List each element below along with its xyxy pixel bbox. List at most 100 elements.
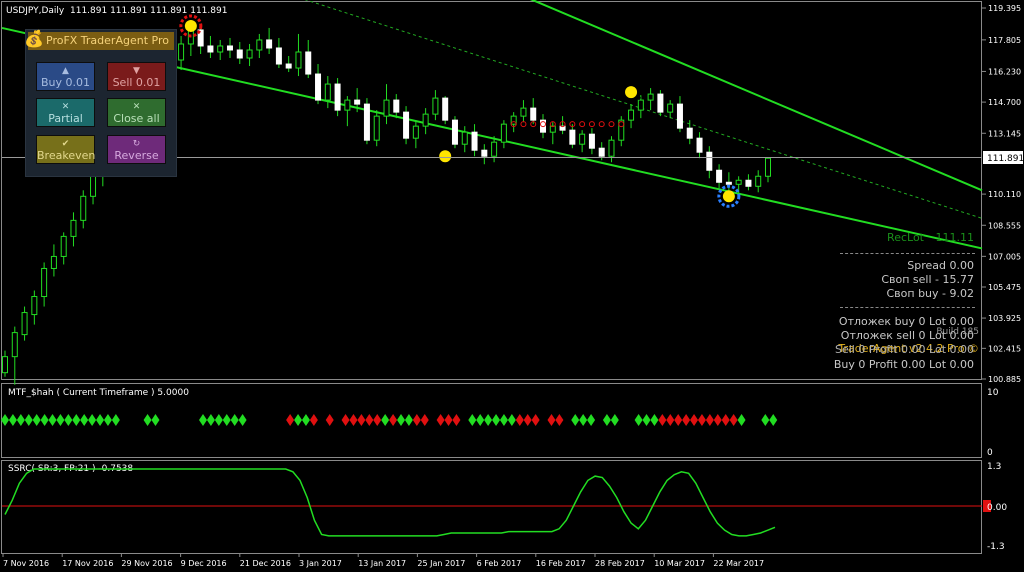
green-diamond	[381, 414, 390, 426]
time-tick-label: 22 Mar 2017	[713, 559, 764, 568]
sell-signal-marker	[625, 86, 638, 99]
candle-bull	[2, 356, 8, 374]
indicator1-scale-bottom: 0	[987, 448, 993, 458]
green-diamond	[294, 414, 303, 426]
green-diamond	[8, 414, 17, 426]
candle-bear	[315, 73, 322, 101]
candle-bear	[725, 181, 732, 185]
candle-bull	[11, 332, 18, 358]
partial-button-label: Partial	[48, 112, 83, 125]
green-diamond	[1, 414, 9, 426]
money-bag-icon: 💰	[24, 29, 44, 48]
green-diamond	[587, 414, 596, 426]
candle-bull	[246, 49, 253, 59]
time-tick-label: 29 Nov 2016	[121, 559, 172, 568]
green-diamond	[737, 414, 746, 426]
candle-bull	[579, 133, 586, 145]
red-diamond	[515, 414, 524, 426]
breakeven-button-label: Breakeven	[37, 149, 96, 162]
candle-bull	[628, 109, 635, 121]
candle-bull	[491, 141, 498, 157]
green-diamond	[499, 414, 508, 426]
candle-bull	[520, 107, 527, 117]
candle-bull	[31, 296, 38, 316]
reverse-button[interactable]: ↻ Reverse	[107, 135, 166, 164]
candle-bull	[373, 115, 380, 141]
red-diamond	[729, 414, 738, 426]
candle-bull	[412, 125, 419, 139]
candle-bear	[236, 49, 243, 59]
red-diamond	[436, 414, 445, 426]
close-all-button-label: Close all	[113, 112, 160, 125]
red-diamond	[705, 414, 714, 426]
candle-bull	[735, 179, 742, 185]
green-diamond	[80, 414, 89, 426]
buy-signal-marker	[439, 150, 452, 163]
panel-title-bar[interactable]: 💰 ProFX TraderAgent Pro	[24, 29, 174, 50]
red-diamond	[531, 414, 540, 426]
breakeven-button[interactable]: ✔ Breakeven	[36, 135, 95, 164]
candle-bear	[403, 111, 410, 139]
reverse-button-label: Reverse	[114, 149, 159, 162]
candle-bull	[50, 255, 57, 269]
green-diamond	[761, 414, 770, 426]
close-all-button[interactable]: ✕ Close all	[107, 98, 166, 127]
green-diamond	[222, 414, 231, 426]
red-diamond	[697, 414, 706, 426]
green-diamond	[96, 414, 105, 426]
indicator1-scale-top: 10	[987, 388, 999, 398]
price-tick-label: 113.145	[988, 129, 1021, 138]
candle-bull	[90, 175, 97, 197]
candle-bear	[334, 83, 341, 111]
time-tick-label: 3 Jan 2017	[299, 559, 342, 568]
candle-bear	[275, 47, 282, 65]
candle-bear	[588, 133, 595, 149]
partial-button[interactable]: ✕ Partial	[36, 98, 95, 127]
price-tick-label: 110.110	[988, 190, 1021, 199]
green-diamond	[602, 414, 611, 426]
candle-bull	[765, 157, 771, 177]
candle-bear	[363, 103, 370, 141]
buy-button[interactable]: ▲ Buy 0.01	[36, 62, 95, 91]
candle-bear	[305, 51, 312, 75]
sell-signal-marker	[184, 19, 197, 32]
red-diamond	[365, 414, 374, 426]
candle-bull	[647, 93, 654, 101]
candle-bear	[207, 45, 214, 53]
green-diamond	[238, 414, 247, 426]
candle-bear	[285, 63, 292, 69]
reclot-value: 111.11	[935, 231, 975, 244]
indicator2-curve	[4, 468, 776, 537]
red-diamond	[420, 414, 429, 426]
candle-bear	[471, 131, 478, 151]
red-diamond	[452, 414, 461, 426]
price-tick-label: 114.700	[988, 98, 1021, 107]
candle-bear	[716, 169, 723, 183]
green-diamond	[206, 414, 215, 426]
time-tick-label: 28 Feb 2017	[595, 559, 645, 568]
red-diamond	[713, 414, 722, 426]
red-diamond	[523, 414, 532, 426]
candle-bull	[422, 113, 429, 127]
red-diamond	[389, 414, 398, 426]
red-diamond	[349, 414, 358, 426]
small-signal-dot	[588, 121, 595, 128]
sell-button[interactable]: ▼ Sell 0.01	[107, 62, 166, 91]
price-tick-label: 108.555	[988, 221, 1021, 230]
green-diamond	[634, 414, 643, 426]
price-axis: 119.395 117.805 116.230 114.700 113.145 110.1…	[982, 4, 1021, 384]
price-tick-label: 103.925	[988, 314, 1021, 323]
sell-button-label: Sell 0.01	[112, 76, 161, 89]
candle-bull	[41, 267, 48, 298]
green-diamond	[199, 414, 207, 426]
candle-bull	[461, 131, 468, 145]
red-diamond	[690, 414, 699, 426]
green-diamond	[468, 414, 477, 426]
sell-summary-line: Sell 0 Profit 0.00 Lot 0.00	[835, 343, 974, 356]
time-tick-label: 25 Jan 2017	[417, 559, 465, 568]
price-tick-label: 107.005	[988, 252, 1021, 261]
green-diamond	[507, 414, 516, 426]
ohlc-readout: 111.891 111.891 111.891 111.891	[70, 6, 227, 16]
candle-bear	[354, 99, 361, 105]
buy-summary-line: Buy 0 Profit 0.00 Lot 0.00	[833, 358, 974, 371]
